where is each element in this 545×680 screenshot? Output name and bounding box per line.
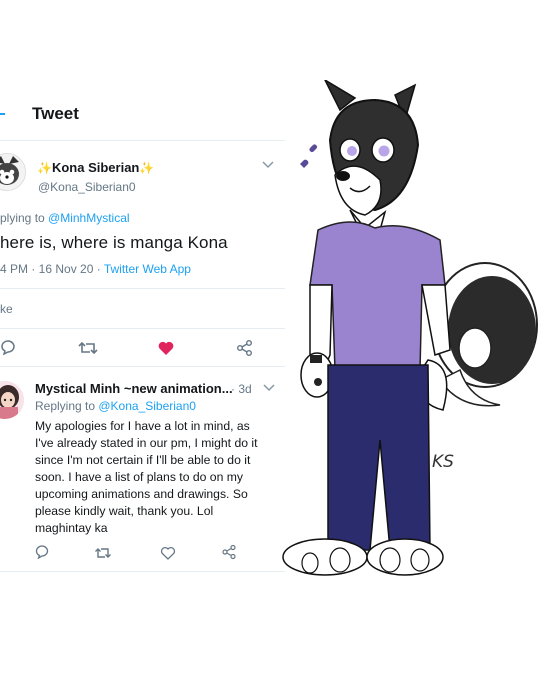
reply-icon[interactable] xyxy=(0,339,16,355)
meta-divider xyxy=(0,288,285,289)
artist-signature: KS xyxy=(432,452,454,472)
tweet-author[interactable]: ✨Kona Siberian✨ xyxy=(37,159,154,177)
head xyxy=(324,80,420,216)
header-title: Tweet xyxy=(32,104,79,123)
reply-share-icon[interactable] xyxy=(221,544,237,560)
reply-author-name[interactable]: Mystical Minh ~new animation... xyxy=(35,381,233,396)
pants xyxy=(327,364,431,551)
tweet-meta: 4 PM · 16 Nov 20 · Twitter Web App xyxy=(0,262,191,276)
author-name: Kona Siberian xyxy=(51,160,140,175)
retweet-icon[interactable] xyxy=(78,340,98,356)
like-heart-icon[interactable] xyxy=(157,340,175,356)
reply-chevron-down-icon[interactable] xyxy=(263,384,275,392)
reply-line: please kindly wait, thank you. Lol xyxy=(35,504,214,518)
reply-reply-icon[interactable] xyxy=(35,545,49,559)
author-handle: @Kona_Siberian0 xyxy=(38,180,136,194)
heart-icon xyxy=(309,144,317,152)
reply-line: I've already stated in our pm, I might d… xyxy=(35,436,258,450)
replying-to: plying to @MinhMystical xyxy=(0,211,130,225)
tweet-timestamp: 4 PM · 16 Nov 20 · xyxy=(0,262,104,276)
sparkle-right-icon: ✨ xyxy=(139,161,155,175)
share-icon[interactable] xyxy=(236,339,254,357)
reply-handle-link[interactable]: @MinhMystical xyxy=(48,211,130,225)
reply-handle-link[interactable]: @Kona_Siberian0 xyxy=(98,399,196,413)
reply-line: maghintay ka xyxy=(35,521,108,535)
reply-like-icon[interactable] xyxy=(160,546,176,560)
actions-divider xyxy=(0,366,285,367)
reply-line: My apologies for I have a lot in mind, a… xyxy=(35,419,250,433)
husky-drawing xyxy=(282,80,538,576)
replying-prefix: plying to xyxy=(0,211,49,225)
reply-retweet-icon[interactable] xyxy=(94,546,112,560)
header-divider xyxy=(0,140,285,141)
reply-line: since I'm not certain if I'll be able to… xyxy=(35,453,251,467)
likes-label[interactable]: ke xyxy=(0,302,13,316)
sparkle-left-icon: ✨ xyxy=(37,161,52,175)
reply-replying-to: Replying to @Kona_Siberian0 xyxy=(35,399,196,413)
reply-body: My apologies for I have a lot in mind, a… xyxy=(35,418,283,537)
tweet-source-link[interactable]: Twitter Web App xyxy=(104,262,191,276)
reply-time: · 3d xyxy=(231,382,252,396)
heart-icon xyxy=(300,159,309,168)
minh-avatar[interactable] xyxy=(0,381,24,419)
reply-replying-prefix: Replying to xyxy=(35,399,99,413)
reply-bottom-divider xyxy=(0,571,285,572)
likes-divider xyxy=(0,328,285,329)
back-arrow-icon[interactable] xyxy=(0,110,6,118)
reply-line: upcoming animations and drawings. So xyxy=(35,487,248,501)
tweet-text: here is, where is manga Kona xyxy=(0,233,228,252)
kona-avatar[interactable] xyxy=(0,153,26,191)
reply-line: soon. I have a list of plans to do on my xyxy=(35,470,243,484)
chevron-down-icon[interactable] xyxy=(262,161,274,169)
